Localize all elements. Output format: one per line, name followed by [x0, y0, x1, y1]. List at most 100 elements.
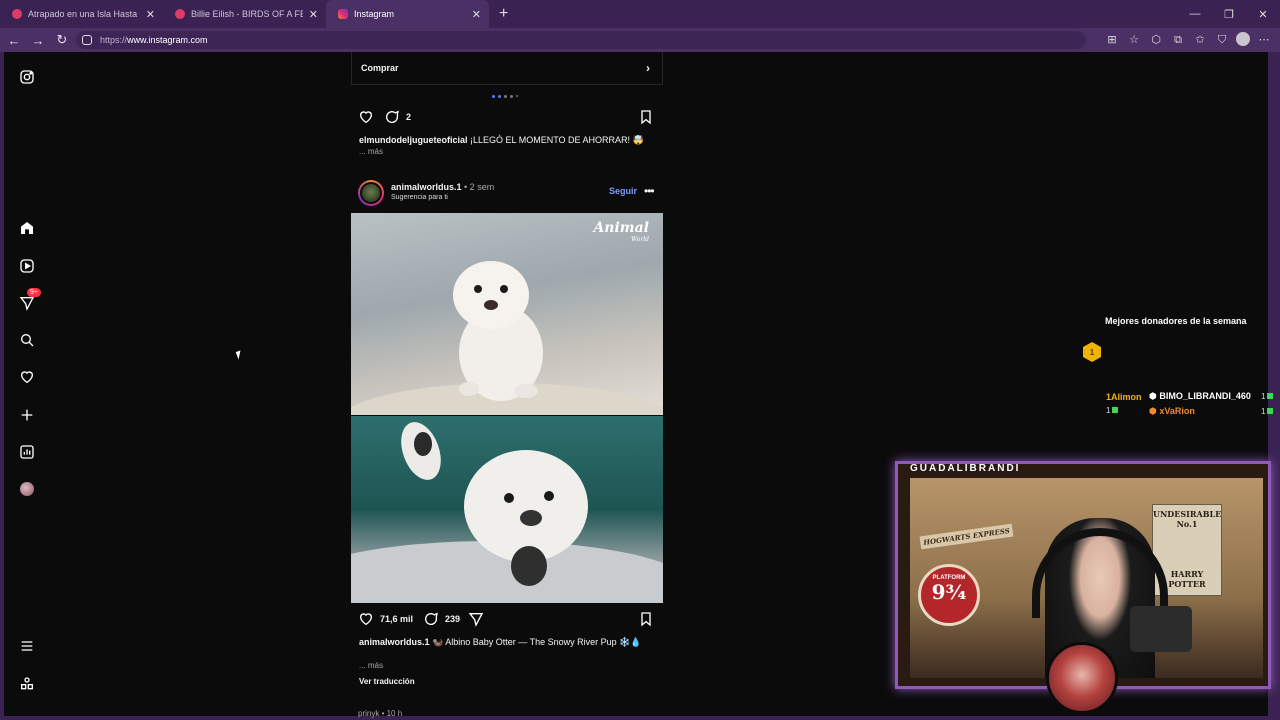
chevron-right-icon: › — [646, 61, 650, 75]
more-options-icon[interactable]: ⋯ — [1256, 32, 1272, 48]
comment-icon[interactable] — [384, 109, 400, 125]
save-icon[interactable] — [638, 611, 654, 627]
address-bar-row: ← → ↻ https:// www.instagram.com ⊞ ☆ ⬡ ⧉… — [0, 28, 1280, 52]
comment-icon[interactable] — [423, 611, 439, 627]
share-icon[interactable] — [468, 611, 484, 627]
watermark-logo: Animal World — [593, 220, 649, 243]
donor-second-value: 1 — [1261, 392, 1274, 401]
shop-label: Comprar — [361, 63, 399, 73]
next-post-header[interactable]: prinyk • 10 h — [358, 709, 402, 718]
webcam-overlay: GUADALIBRANDI HOGWARTS EXPRESS PLATFORM 9… — [895, 461, 1271, 714]
donor-third-value: 1 — [1261, 407, 1274, 416]
caption-text: ¡LLEGÓ EL MOMENTO DE AHORRAR! 🤯 — [470, 135, 644, 145]
comment-count: 2 — [406, 112, 412, 122]
browser-essentials-icon[interactable]: ⛉ — [1214, 32, 1230, 48]
post-user-line: animalworldus.1 • 2 sem — [391, 182, 494, 192]
window-controls: — ❐ ✕ — [1178, 0, 1280, 28]
favorites-icon[interactable]: ✩ — [1192, 32, 1208, 48]
post-avatar[interactable] — [358, 180, 384, 206]
favorite-star-icon[interactable]: ☆ — [1126, 32, 1142, 48]
close-window-icon[interactable]: ✕ — [1246, 8, 1280, 21]
like-count[interactable]: 71,6 mil — [380, 614, 413, 624]
like-icon[interactable] — [358, 109, 374, 125]
tab-3[interactable]: Instagram ✕ — [326, 0, 489, 28]
apps-icon[interactable] — [18, 675, 36, 693]
donor-first-name: 1Alimon — [1106, 392, 1142, 402]
profile-picture — [20, 482, 34, 496]
back-icon[interactable]: ← — [2, 33, 26, 48]
youtube-favicon-icon — [12, 9, 22, 19]
tab-2[interactable]: Billie Eilish - BIRDS OF A FEATHER ✕ — [163, 0, 326, 28]
restore-icon[interactable]: ❐ — [1212, 8, 1246, 21]
shop-bar[interactable]: Comprar › — [351, 52, 663, 85]
site-info-icon[interactable] — [82, 35, 92, 45]
split-screen-icon[interactable]: ⧉ — [1170, 32, 1186, 48]
post-actions: 71,6 mil 239 — [358, 611, 484, 627]
caption-username[interactable]: elmundodeljugueteoficial — [359, 135, 468, 145]
see-translation-link[interactable]: Ver traducción — [359, 677, 415, 686]
save-icon[interactable] — [638, 109, 654, 125]
post-username[interactable]: animalworldus.1 — [391, 182, 462, 192]
streamer-avatar — [1046, 642, 1118, 714]
app-available-icon[interactable]: ⊞ — [1104, 32, 1120, 48]
post-subtitle: Sugerencia para ti — [391, 194, 448, 201]
gold-medal-icon: 1 — [1083, 342, 1101, 362]
minimize-icon[interactable]: — — [1178, 8, 1212, 20]
caption-username[interactable]: animalworldus.1 — [359, 637, 430, 647]
forward-icon[interactable]: → — [26, 33, 50, 48]
heart-icon[interactable] — [18, 368, 36, 386]
youtube-favicon-icon — [175, 9, 185, 19]
close-tab-icon[interactable]: ✕ — [146, 8, 155, 21]
create-icon[interactable] — [18, 406, 36, 424]
reload-icon[interactable]: ↻ — [50, 32, 74, 48]
post-header: animalworldus.1 • 2 sem Sugerencia para … — [358, 179, 663, 207]
new-tab-icon[interactable]: + — [499, 5, 508, 23]
hogwarts-sign: HOGWARTS EXPRESS — [919, 523, 1014, 550]
close-tab-icon[interactable]: ✕ — [472, 8, 481, 21]
donors-title: Mejores donadores de la semana — [1105, 316, 1247, 326]
instagram-favicon-icon — [338, 9, 348, 19]
more-link[interactable]: ... más — [359, 661, 383, 670]
tab-title: Billie Eilish - BIRDS OF A FEATHER — [191, 9, 303, 19]
reels-icon[interactable] — [18, 257, 36, 275]
home-icon[interactable] — [18, 219, 36, 237]
tab-title: Instagram — [354, 9, 395, 19]
browser-tab-bar: Atrapado en una Isla Hasta que Ca ✕ Bill… — [0, 0, 1280, 28]
menu-icon[interactable] — [18, 637, 36, 655]
post-image[interactable]: Animal World — [351, 213, 663, 603]
search-icon[interactable] — [18, 331, 36, 349]
browser-toolbar-icons: ⊞ ☆ ⬡ ⧉ ✩ ⛉ ⋯ — [1104, 32, 1272, 48]
carousel-dots — [492, 95, 518, 98]
follow-button[interactable]: Seguir — [609, 186, 637, 196]
post-time: • 2 sem — [461, 182, 495, 192]
tab-1[interactable]: Atrapado en una Isla Hasta que Ca ✕ — [0, 0, 163, 28]
platform-sign: PLATFORM 9¾ — [918, 564, 980, 626]
url-protocol: https:// — [100, 35, 128, 45]
channel-name: GUADALIBRANDI — [910, 463, 1021, 474]
close-tab-icon[interactable]: ✕ — [309, 8, 318, 21]
top-donors-overlay: Mejores donadores de la semana 1 1Alimon… — [1077, 312, 1280, 416]
profile-avatar[interactable] — [1236, 32, 1250, 46]
profile-avatar[interactable] — [18, 480, 36, 498]
notification-badge: 9+ — [27, 288, 41, 297]
donor-third-name: ⬢ xVaRion — [1149, 406, 1195, 416]
comment-count: 239 — [445, 614, 461, 624]
url-host: www.instagram.com — [127, 35, 208, 45]
window-frame-bottom — [0, 716, 1280, 720]
url-field[interactable]: https:// www.instagram.com — [76, 31, 1086, 49]
otter-photo-top: Animal World — [351, 213, 663, 463]
extensions-icon[interactable]: ⬡ — [1148, 32, 1164, 48]
like-icon[interactable] — [358, 611, 374, 627]
more-options-icon[interactable]: ••• — [644, 184, 655, 198]
post-caption: animalworldus.1 🦦 Albino Baby Otter — Th… — [359, 636, 659, 648]
insights-icon[interactable] — [18, 443, 36, 461]
otter-photo-bottom — [351, 416, 663, 603]
tab-title: Atrapado en una Isla Hasta que Ca — [28, 9, 140, 19]
messages-icon[interactable]: 9+ — [18, 288, 41, 312]
donor-second-name: ⬢ BIMO_LIBRANDI_460 — [1149, 391, 1251, 401]
more-link[interactable]: ... más — [359, 147, 383, 156]
instagram-logo-icon[interactable] — [18, 68, 36, 86]
microphone — [1130, 606, 1192, 652]
caption-text: 🦦 Albino Baby Otter — The Snowy River Pu… — [432, 637, 642, 647]
donor-first-value: 1 — [1106, 406, 1119, 415]
